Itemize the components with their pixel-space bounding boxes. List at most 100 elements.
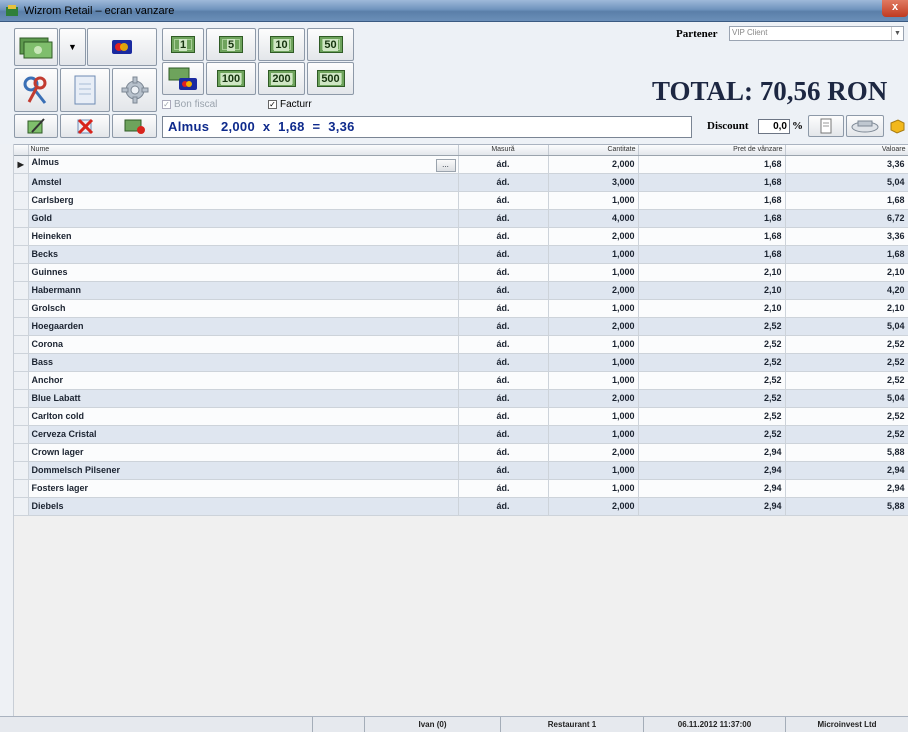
cell-name[interactable]: Guinnes — [28, 263, 459, 282]
cell-quantity[interactable]: 4,000 — [548, 209, 639, 228]
cell-name[interactable]: Bass — [28, 353, 459, 372]
cell-price[interactable]: 1,68 — [638, 155, 786, 174]
cell-quantity[interactable]: 2,000 — [548, 443, 639, 462]
table-row[interactable]: Bass ád. 1,000 2,52 2,52 — [14, 353, 908, 372]
column-header-quantity[interactable]: Cantitate — [548, 145, 639, 156]
cell-unit[interactable]: ád. — [458, 335, 549, 354]
cell-quantity[interactable]: 2,000 — [548, 317, 639, 336]
table-row[interactable]: Heineken ád. 2,000 1,68 3,36 — [14, 227, 908, 246]
cash-card-button[interactable] — [162, 62, 204, 95]
close-button[interactable]: x — [882, 0, 908, 17]
table-row[interactable]: Anchor ád. 1,000 2,52 2,52 — [14, 371, 908, 390]
banknote-1-button[interactable]: 1 — [162, 28, 204, 61]
cash-payment-button[interactable] — [14, 28, 58, 66]
cell-price[interactable]: 2,94 — [638, 443, 786, 462]
document-button[interactable] — [60, 68, 110, 112]
cell-unit[interactable]: ád. — [458, 281, 549, 300]
table-row[interactable]: Cerveza Cristal ád. 1,000 2,52 2,52 — [14, 425, 908, 444]
lookup-button[interactable]: ... — [435, 158, 456, 172]
cell-unit[interactable]: ád. — [458, 173, 549, 192]
cell-price[interactable]: 2,52 — [638, 335, 786, 354]
cell-name[interactable]: Heineken — [28, 227, 459, 246]
cell-price[interactable]: 2,94 — [638, 461, 786, 480]
cell-value[interactable]: 2,10 — [785, 299, 908, 318]
table-row[interactable]: Dommelsch Pilsener ád. 1,000 2,94 2,94 — [14, 461, 908, 480]
cell-name[interactable]: Amstel — [28, 173, 459, 192]
cell-value[interactable]: 3,36 — [785, 155, 908, 174]
discount-input[interactable]: 0,0 — [758, 119, 790, 134]
cell-quantity[interactable]: 2,000 — [548, 389, 639, 408]
cell-quantity[interactable]: 3,000 — [548, 173, 639, 192]
cell-unit[interactable]: ád. — [458, 497, 549, 516]
table-row[interactable]: Fosters lager ád. 1,000 2,94 2,94 — [14, 479, 908, 498]
cell-name[interactable]: Blue Labatt — [28, 389, 459, 408]
cell-unit[interactable]: ád. — [458, 191, 549, 210]
cell-quantity[interactable]: 2,000 — [548, 281, 639, 300]
cell-value[interactable]: 5,04 — [785, 173, 908, 192]
cell-price[interactable]: 1,68 — [638, 245, 786, 264]
cell-price[interactable]: 2,94 — [638, 479, 786, 498]
column-header-price[interactable]: Pret de vânzare — [638, 145, 786, 156]
cell-name[interactable]: Almus... — [28, 155, 459, 174]
cell-value[interactable]: 5,88 — [785, 443, 908, 462]
table-row[interactable]: Crown lager ád. 2,000 2,94 5,88 — [14, 443, 908, 462]
factura-checkbox[interactable]: ✓ Facturr — [268, 99, 312, 110]
cell-quantity[interactable]: 2,000 — [548, 497, 639, 516]
cell-quantity[interactable]: 1,000 — [548, 245, 639, 264]
receipt-button[interactable] — [808, 115, 844, 137]
cell-quantity[interactable]: 1,000 — [548, 371, 639, 390]
table-row[interactable]: Guinnes ád. 1,000 2,10 2,10 — [14, 263, 908, 282]
column-header-name[interactable]: Nume — [28, 145, 459, 156]
cell-value[interactable]: 4,20 — [785, 281, 908, 300]
cell-unit[interactable]: ád. — [458, 443, 549, 462]
cell-value[interactable]: 3,36 — [785, 227, 908, 246]
cell-quantity[interactable]: 2,000 — [548, 227, 639, 246]
banknote-10-button[interactable]: 10 — [258, 28, 305, 61]
cell-name[interactable]: Fosters lager — [28, 479, 459, 498]
delete-button[interactable] — [60, 114, 110, 138]
cell-name[interactable]: Corona — [28, 335, 459, 354]
table-row[interactable]: Diebels ád. 2,000 2,94 5,88 — [14, 497, 908, 516]
cell-value[interactable]: 2,10 — [785, 263, 908, 282]
table-row[interactable]: Corona ád. 1,000 2,52 2,52 — [14, 335, 908, 354]
cell-price[interactable]: 2,94 — [638, 497, 786, 516]
table-row[interactable]: Gold ád. 4,000 1,68 6,72 — [14, 209, 908, 228]
cell-name[interactable]: Carlsberg — [28, 191, 459, 210]
cell-name[interactable]: Diebels — [28, 497, 459, 516]
table-row[interactable]: Grolsch ád. 1,000 2,10 2,10 — [14, 299, 908, 318]
cell-price[interactable]: 1,68 — [638, 227, 786, 246]
cell-value[interactable]: 2,52 — [785, 335, 908, 354]
cell-price[interactable]: 2,10 — [638, 299, 786, 318]
cell-quantity[interactable]: 1,000 — [548, 461, 639, 480]
cell-name[interactable]: Dommelsch Pilsener — [28, 461, 459, 480]
cell-unit[interactable]: ád. — [458, 353, 549, 372]
table-row[interactable]: Amstel ád. 3,000 1,68 5,04 — [14, 173, 908, 192]
table-row[interactable]: Becks ád. 1,000 1,68 1,68 — [14, 245, 908, 264]
cell-value[interactable]: 2,52 — [785, 371, 908, 390]
settings-button[interactable] — [112, 68, 157, 112]
cell-price[interactable]: 2,10 — [638, 263, 786, 282]
cell-name[interactable]: Hoegaarden — [28, 317, 459, 336]
cell-price[interactable]: 2,52 — [638, 407, 786, 426]
cell-value[interactable]: 2,52 — [785, 425, 908, 444]
cell-price[interactable]: 2,10 — [638, 281, 786, 300]
cell-name[interactable]: Grolsch — [28, 299, 459, 318]
table-row[interactable]: Blue Labatt ád. 2,000 2,52 5,04 — [14, 389, 908, 408]
cell-price[interactable]: 2,52 — [638, 389, 786, 408]
partner-select[interactable]: VIP Client ▼ — [729, 26, 904, 41]
cell-quantity[interactable]: 1,000 — [548, 479, 639, 498]
table-row[interactable]: Carlton cold ád. 1,000 2,52 2,52 — [14, 407, 908, 426]
cancel-payment-button[interactable] — [112, 114, 157, 138]
cell-value[interactable]: 2,94 — [785, 461, 908, 480]
banknote-500-button[interactable]: 500 — [307, 62, 354, 95]
cell-unit[interactable]: ád. — [458, 155, 549, 174]
banknote-200-button[interactable]: 200 — [258, 62, 305, 95]
bon-fiscal-checkbox[interactable]: ✓ Bon fiscal — [162, 99, 217, 110]
cell-unit[interactable]: ád. — [458, 317, 549, 336]
cell-unit[interactable]: ád. — [458, 425, 549, 444]
cell-unit[interactable]: ád. — [458, 263, 549, 282]
scanner-button[interactable] — [846, 115, 884, 137]
table-row[interactable]: Carlsberg ád. 1,000 1,68 1,68 — [14, 191, 908, 210]
cell-name[interactable]: Habermann — [28, 281, 459, 300]
cell-price[interactable]: 2,52 — [638, 317, 786, 336]
